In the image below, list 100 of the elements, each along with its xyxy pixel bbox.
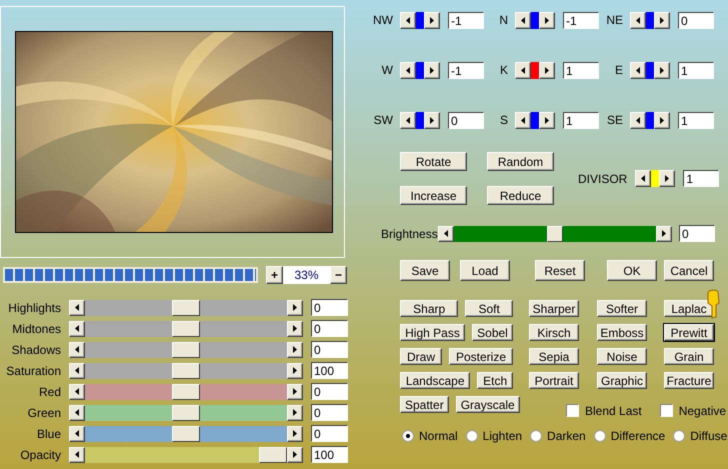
filter-button[interactable]: Portrait xyxy=(529,372,579,389)
checkbox[interactable] xyxy=(566,404,579,417)
scroll-left-button[interactable] xyxy=(515,112,531,128)
scroll-right-button[interactable] xyxy=(287,404,303,420)
scroll-left-button[interactable] xyxy=(630,62,646,78)
filter-button[interactable]: Spatter xyxy=(400,396,449,413)
spinner-thumb[interactable] xyxy=(531,112,539,128)
scroll-left-button[interactable] xyxy=(69,404,85,420)
filter-button[interactable]: Graphic xyxy=(597,372,647,389)
action-button[interactable]: Reset xyxy=(535,260,585,281)
scroll-left-button[interactable] xyxy=(400,12,416,28)
value-field[interactable]: -1 xyxy=(563,12,599,28)
scroll-right-button[interactable] xyxy=(287,384,303,400)
value-field[interactable]: 100 xyxy=(311,362,348,379)
value-field[interactable]: 0 xyxy=(311,425,348,442)
spinner-thumb[interactable] xyxy=(651,170,660,187)
filter-button[interactable]: Emboss xyxy=(597,324,647,341)
checkbox[interactable] xyxy=(660,404,673,417)
value-field[interactable]: -1 xyxy=(448,12,484,28)
value-field[interactable]: 0 xyxy=(679,225,715,242)
filter-button[interactable]: Draw xyxy=(400,348,442,365)
spinner-thumb[interactable] xyxy=(646,112,654,128)
filter-button[interactable]: Softer xyxy=(597,300,647,317)
scroll-right-button[interactable] xyxy=(287,342,303,358)
zoom-out-button[interactable]: − xyxy=(330,266,347,284)
filter-button[interactable]: Kirsch xyxy=(529,324,579,341)
filter-button[interactable]: Soft xyxy=(465,300,514,317)
slider-thumb[interactable] xyxy=(172,404,200,420)
value-field[interactable]: 0 xyxy=(311,404,348,421)
scroll-left-button[interactable] xyxy=(69,342,85,358)
value-field[interactable]: 0 xyxy=(311,383,348,400)
filter-button[interactable]: High Pass xyxy=(400,324,465,341)
scroll-left-button[interactable] xyxy=(515,12,531,28)
scroll-left-button[interactable] xyxy=(69,384,85,400)
scroll-left-button[interactable] xyxy=(400,112,416,128)
slider-thumb[interactable] xyxy=(172,300,200,316)
kernel-button[interactable]: Reduce xyxy=(487,186,554,205)
radio-button[interactable] xyxy=(530,430,542,442)
filter-button[interactable]: Sharp xyxy=(400,300,458,317)
value-field[interactable]: 0 xyxy=(311,341,348,358)
action-button[interactable]: OK xyxy=(607,260,657,281)
value-field[interactable]: -1 xyxy=(448,62,484,78)
scroll-right-button[interactable] xyxy=(424,62,440,78)
slider-thumb[interactable] xyxy=(172,362,200,378)
slider-thumb[interactable] xyxy=(172,342,200,358)
spinner-thumb[interactable] xyxy=(531,62,539,78)
radio-button[interactable] xyxy=(594,430,606,442)
filter-button[interactable]: Noise xyxy=(597,348,647,365)
kernel-button[interactable]: Rotate xyxy=(400,152,467,171)
value-field[interactable]: 0 xyxy=(448,112,484,128)
scroll-left-button[interactable] xyxy=(69,426,85,442)
zoom-in-button[interactable]: + xyxy=(266,266,283,284)
scroll-left-button[interactable] xyxy=(515,62,531,78)
action-button[interactable]: Save xyxy=(400,260,450,281)
radio-button[interactable] xyxy=(466,430,478,442)
slider-thumb[interactable] xyxy=(172,426,200,442)
kernel-button[interactable]: Random xyxy=(487,152,554,171)
filter-button[interactable]: Sharper xyxy=(529,300,579,317)
scroll-left-button[interactable] xyxy=(635,170,652,187)
slider-thumb[interactable] xyxy=(172,320,200,336)
scroll-right-button[interactable] xyxy=(539,12,555,28)
value-field[interactable]: 0 xyxy=(311,299,348,316)
kernel-button[interactable]: Increase xyxy=(400,186,467,205)
scroll-right-button[interactable] xyxy=(654,12,670,28)
scroll-left-button[interactable] xyxy=(69,362,85,378)
filter-button[interactable]: Landscape xyxy=(400,372,470,389)
scroll-right-button[interactable] xyxy=(424,12,440,28)
scroll-left-button[interactable] xyxy=(69,320,85,336)
value-field[interactable]: 1 xyxy=(678,112,714,128)
filter-button[interactable]: Sepia xyxy=(529,348,579,365)
value-field[interactable]: 0 xyxy=(311,320,348,337)
action-button[interactable]: Cancel xyxy=(664,260,714,281)
scroll-right-button[interactable] xyxy=(654,112,670,128)
filter-button[interactable]: Prewitt xyxy=(664,324,714,341)
filter-button[interactable]: Fracture xyxy=(664,372,714,389)
scroll-right-button[interactable] xyxy=(659,170,676,187)
scroll-right-button[interactable] xyxy=(539,62,555,78)
scroll-right-button[interactable] xyxy=(656,226,672,242)
spinner-thumb[interactable] xyxy=(531,12,539,28)
value-field[interactable]: 1 xyxy=(678,62,714,78)
scroll-right-button[interactable] xyxy=(287,446,303,462)
scroll-left-button[interactable] xyxy=(630,112,646,128)
filter-button[interactable]: Grayscale xyxy=(456,396,520,413)
scroll-right-button[interactable] xyxy=(424,112,440,128)
scroll-left-button[interactable] xyxy=(69,300,85,316)
scroll-right-button[interactable] xyxy=(287,300,303,316)
scroll-right-button[interactable] xyxy=(287,362,303,378)
spinner-thumb[interactable] xyxy=(646,12,654,28)
scroll-right-button[interactable] xyxy=(287,426,303,442)
filter-button[interactable]: Posterize xyxy=(449,348,514,365)
value-field[interactable]: 1 xyxy=(683,170,720,187)
value-field[interactable]: 1 xyxy=(563,112,599,128)
filter-button[interactable]: Etch xyxy=(477,372,514,389)
scroll-right-button[interactable] xyxy=(654,62,670,78)
spinner-thumb[interactable] xyxy=(416,112,424,128)
scroll-right-button[interactable] xyxy=(287,320,303,336)
value-field[interactable]: 1 xyxy=(563,62,599,78)
slider-thumb[interactable] xyxy=(547,226,563,242)
filter-button[interactable]: Sobel xyxy=(472,324,513,341)
scroll-left-button[interactable] xyxy=(630,12,646,28)
